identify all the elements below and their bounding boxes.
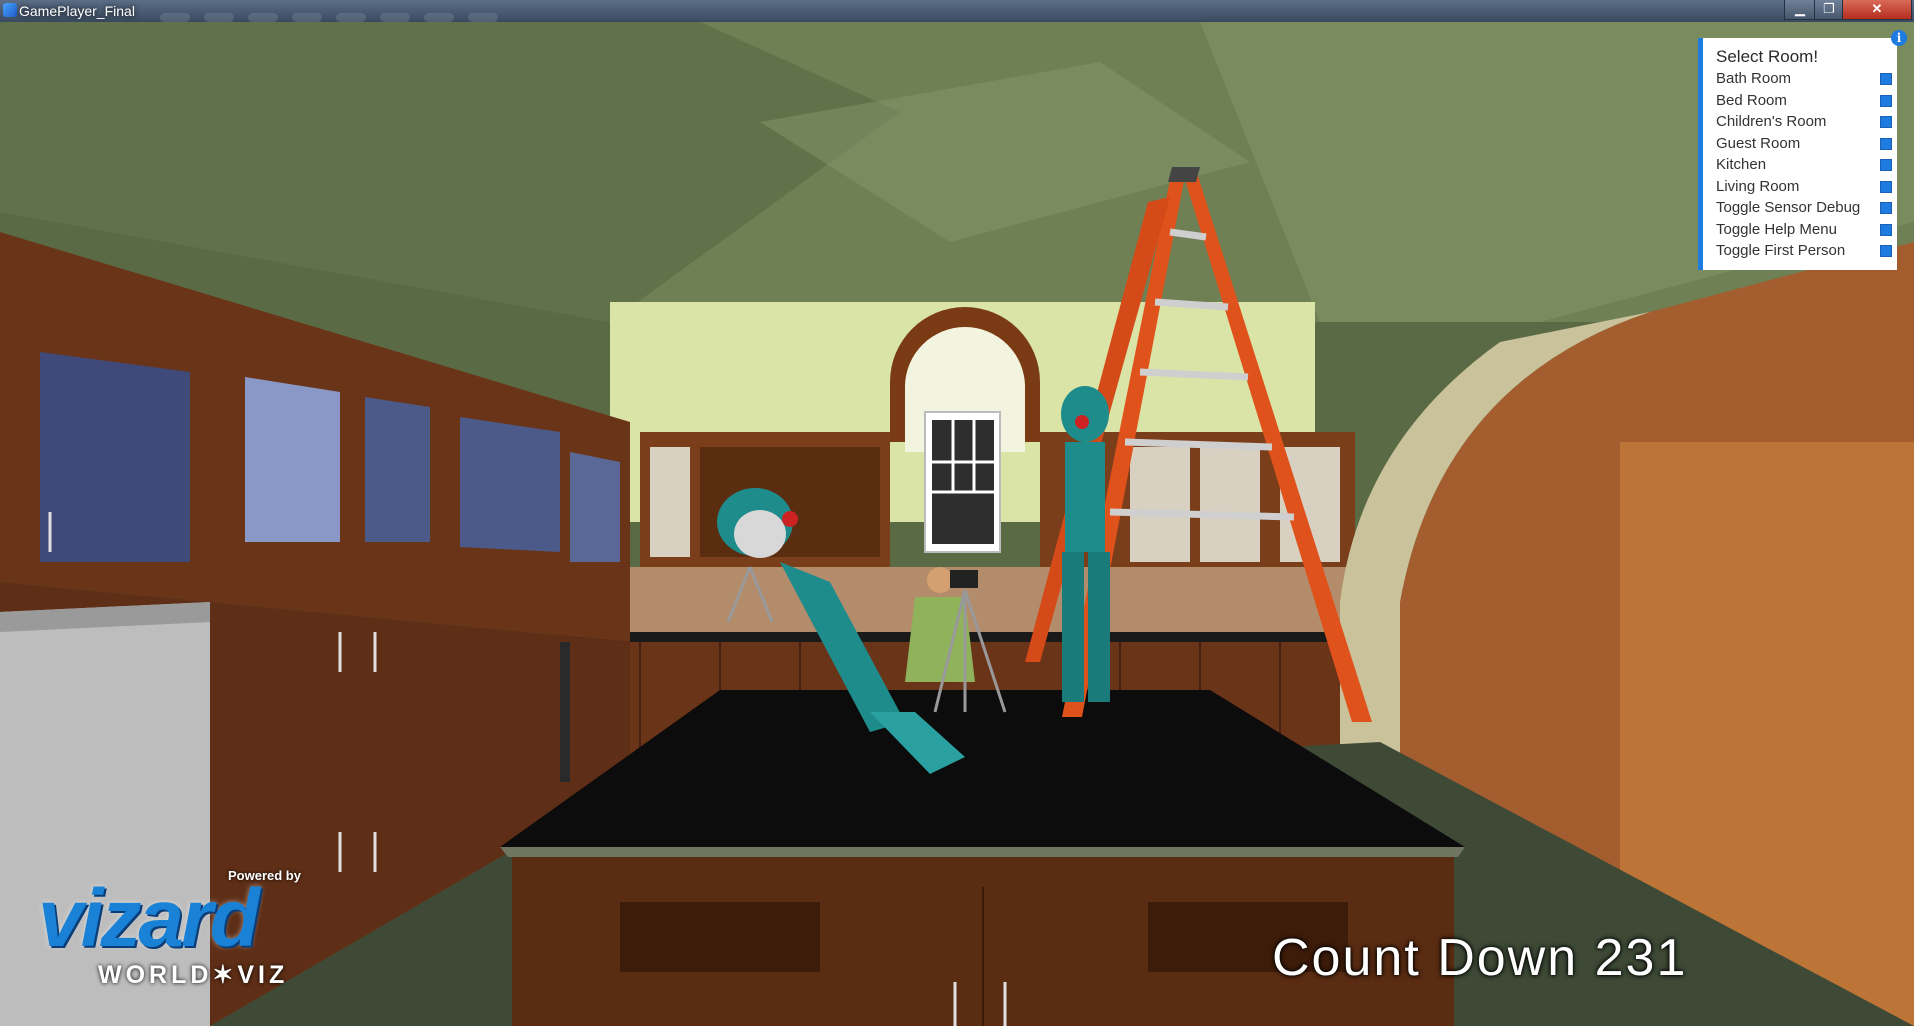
menu-item-label: Bath Room xyxy=(1716,70,1792,87)
menu-item-kitchen[interactable]: Kitchen xyxy=(1716,155,1894,177)
menu-item-label: Living Room xyxy=(1716,177,1800,195)
menu-item-label: Children's Room xyxy=(1716,113,1827,130)
menu-item-toggle-help-menu[interactable]: Toggle Help Menu xyxy=(1716,220,1894,242)
checkbox[interactable] xyxy=(1880,180,1892,193)
menu-item-bed-room[interactable]: Bed Room xyxy=(1716,91,1894,113)
glass-door xyxy=(1200,447,1260,562)
checkbox[interactable] xyxy=(1880,94,1892,107)
left-cabinet-glass xyxy=(570,452,620,562)
left-cabinet-glass xyxy=(460,417,560,552)
menu-item-bath-room[interactable]: Bath Room xyxy=(1716,69,1894,91)
menu-item-label: Toggle Sensor Debug xyxy=(1716,199,1861,216)
logo-wordmark: vizard xyxy=(38,873,260,964)
checkbox[interactable] xyxy=(1880,223,1892,236)
menu-item-label: Kitchen xyxy=(1716,156,1767,173)
logo-worldviz: WORLD✶VIZ xyxy=(98,961,289,989)
menu-item-label: Guest Room xyxy=(1716,134,1801,152)
minimize-button[interactable]: ▁ xyxy=(1784,0,1816,20)
left-cabinet-glass xyxy=(40,352,190,562)
left-cabinet-glass xyxy=(365,397,430,542)
checkbox[interactable] xyxy=(1880,159,1892,171)
menu-item-living-room[interactable]: Living Room xyxy=(1716,177,1894,199)
window-titlebar[interactable]: GamePlayer_Final ▁ ❐ ✕ xyxy=(0,0,1914,22)
room-select-menu: Select Room! Bath Room Bed Room Children… xyxy=(1698,38,1897,270)
checkbox[interactable] xyxy=(1880,202,1892,214)
close-button[interactable]: ✕ xyxy=(1842,0,1912,20)
checkbox[interactable] xyxy=(1880,116,1892,128)
island-counter-edge xyxy=(500,847,1465,857)
maximize-button[interactable]: ❐ xyxy=(1814,0,1844,20)
checkbox[interactable] xyxy=(1880,73,1892,85)
left-countertop-edge xyxy=(560,642,570,782)
app-icon xyxy=(3,3,17,17)
menu-title: Select Room! xyxy=(1716,47,1819,66)
info-icon[interactable]: i xyxy=(1891,30,1907,46)
menu-item-guest-room[interactable]: Guest Room xyxy=(1716,134,1894,156)
vizard-logo: Powered by vizard WORLD✶VIZ xyxy=(38,860,348,990)
menu-item-label: Bed Room xyxy=(1716,91,1787,109)
island-panel xyxy=(620,902,820,972)
menu-item-childrens-room[interactable]: Children's Room xyxy=(1716,112,1894,134)
window-title: GamePlayer_Final xyxy=(19,3,135,19)
left-cabinet-glass xyxy=(245,377,340,542)
room-list: Bath Room Bed Room Children's Room Guest… xyxy=(1716,69,1894,263)
menu-item-label: Toggle First Person xyxy=(1716,242,1846,259)
glass-door xyxy=(1130,447,1190,562)
menu-item-label: Toggle Help Menu xyxy=(1716,220,1837,238)
window-glass xyxy=(932,420,994,544)
countdown-timer: Count Down 231 xyxy=(1272,929,1688,987)
menu-item-toggle-sensor-debug[interactable]: Toggle Sensor Debug xyxy=(1716,198,1894,220)
checkbox[interactable] xyxy=(1880,137,1892,150)
menu-item-toggle-first-person[interactable]: Toggle First Person xyxy=(1716,241,1894,263)
checkbox[interactable] xyxy=(1880,245,1892,257)
glass-door xyxy=(650,447,690,557)
